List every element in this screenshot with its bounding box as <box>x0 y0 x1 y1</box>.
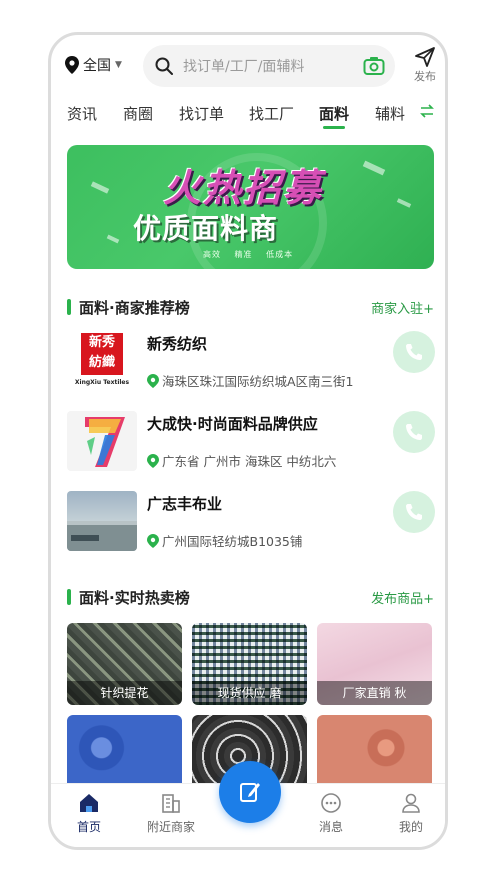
merchant-name: 大成快·时尚面料品牌供应 <box>147 415 318 433</box>
phone-icon <box>406 344 422 360</box>
nav-home-label: 首页 <box>76 820 101 834</box>
call-button[interactable] <box>393 411 435 453</box>
logo-mark: 新秀 紡織 <box>81 333 123 375</box>
merchant-logo-graphic <box>67 411 137 471</box>
nav-messages[interactable]: 消息 <box>301 792 361 835</box>
active-tab-indicator <box>323 126 345 129</box>
location-pin-icon <box>65 56 79 74</box>
nav-messages-label: 消息 <box>318 820 343 834</box>
merchant-item[interactable]: 广志丰布业 广州国际轻纺城B1035铺 <box>67 491 435 555</box>
logo-text: XingXiu Textiles <box>74 379 130 386</box>
phone-icon <box>406 424 422 440</box>
merchant-name: 广志丰布业 <box>147 495 223 513</box>
location-label: 全国 <box>83 58 111 74</box>
merchant-address-text: 广东省 广州市 海珠区 中纺北六 <box>162 454 337 469</box>
merchant-address: 广州国际轻纺城B1035铺 <box>147 531 357 550</box>
merchant-section-header: 面料·商家推荐榜 商家入驻+ <box>67 295 434 319</box>
merchant-address-text: 海珠区珠江国际纺织城A区南三街1 <box>162 374 354 389</box>
merchant-photo <box>67 491 137 551</box>
section-title: 面料·实时热卖榜 <box>79 589 190 607</box>
call-button[interactable] <box>393 491 435 533</box>
call-button[interactable] <box>393 331 435 373</box>
section-accent-bar <box>67 589 71 605</box>
publish-button[interactable]: 发布 <box>405 47 445 84</box>
promo-banner[interactable]: 火热招募 优质面料商 高效 精准 低成本 <box>67 145 434 269</box>
nav-profile[interactable]: 我的 <box>381 792 441 835</box>
banner-shard <box>396 198 412 208</box>
nav-nearby-label: 附近商家 <box>146 820 195 834</box>
merchant-join-link[interactable]: 商家入驻+ <box>371 298 434 317</box>
banner-shard <box>106 234 120 244</box>
publish-product-link[interactable]: 发布商品+ <box>371 588 434 607</box>
phone-frame: 全国 ▼ 找订单/工厂/面辅料 发布 资讯 商圈 找订单 找工厂 面料 辅料 火… <box>48 32 448 850</box>
merchant-address: 广东省 广州市 海珠区 中纺北六 <box>147 451 357 470</box>
merchant-item[interactable]: 大成快·时尚面料品牌供应 广东省 广州市 海珠区 中纺北六 <box>67 411 435 475</box>
section-accent-bar <box>67 299 71 315</box>
banner-shard <box>362 160 386 176</box>
location-pin-icon <box>147 453 159 468</box>
tab-find-factory[interactable]: 找工厂 <box>249 103 294 124</box>
user-icon <box>402 793 420 813</box>
tab-news[interactable]: 资讯 <box>67 103 97 124</box>
product-label: 厂家直销 秋 <box>317 681 432 705</box>
merchant-address: 海珠区珠江国际纺织城A区南三街1 <box>147 371 357 390</box>
product-card[interactable]: 厂家直销 秋 <box>317 623 432 705</box>
tab-fabric[interactable]: 面料 <box>319 103 349 124</box>
search-input[interactable]: 找订单/工厂/面辅料 <box>143 45 395 87</box>
search-placeholder: 找订单/工厂/面辅料 <box>183 59 305 75</box>
chat-icon <box>321 793 341 813</box>
banner-title: 火热招募 <box>163 166 324 210</box>
publish-label: 发布 <box>414 70 436 83</box>
edit-icon <box>240 783 260 802</box>
send-icon <box>415 47 435 67</box>
chevron-down-icon: ▼ <box>115 60 122 70</box>
merchant-name: 新秀纺织 <box>147 335 208 353</box>
banner-tags: 高效 精准 低成本 <box>203 250 294 259</box>
merchant-address-text: 广州国际轻纺城B1035铺 <box>162 534 303 549</box>
location-selector[interactable]: 全国 ▼ <box>65 55 122 75</box>
banner-subtitle: 优质面料商 <box>133 212 279 245</box>
location-pin-icon <box>147 373 159 388</box>
nav-home[interactable]: 首页 <box>59 792 119 835</box>
building-icon <box>162 794 180 813</box>
banner-shard <box>90 181 110 194</box>
location-pin-icon <box>147 533 159 548</box>
compose-button[interactable] <box>219 761 281 823</box>
phone-icon <box>406 504 422 520</box>
product-label: 现货供应 磨 <box>192 681 307 705</box>
product-card[interactable]: 针织提花 <box>67 623 182 705</box>
nav-nearby-merchants[interactable]: 附近商家 <box>141 792 201 835</box>
top-bar: 全国 ▼ 找订单/工厂/面辅料 发布 <box>51 43 445 89</box>
nav-profile-label: 我的 <box>398 820 423 834</box>
merchant-logo: 新秀 紡織 XingXiu Textiles <box>67 331 137 391</box>
home-icon <box>80 794 98 812</box>
tab-find-orders[interactable]: 找订单 <box>179 103 224 124</box>
hot-products-section-header: 面料·实时热卖榜 发布商品+ <box>67 585 434 609</box>
search-icon <box>155 57 173 75</box>
merchant-logo <box>67 491 137 551</box>
swap-icon[interactable] <box>419 103 435 119</box>
tab-accessories[interactable]: 辅料 <box>375 103 405 124</box>
tab-business-circle[interactable]: 商圈 <box>123 103 153 124</box>
section-title: 面料·商家推荐榜 <box>79 299 190 317</box>
merchant-logo <box>67 411 137 471</box>
category-tabs: 资讯 商圈 找订单 找工厂 面料 辅料 <box>51 97 445 137</box>
camera-icon[interactable] <box>363 56 385 76</box>
merchant-item[interactable]: 新秀 紡織 XingXiu Textiles 新秀纺织 海珠区珠江国际纺织城A区… <box>67 331 435 395</box>
product-label: 针织提花 <box>67 681 182 705</box>
product-card[interactable]: 现货供应 磨 <box>192 623 307 705</box>
